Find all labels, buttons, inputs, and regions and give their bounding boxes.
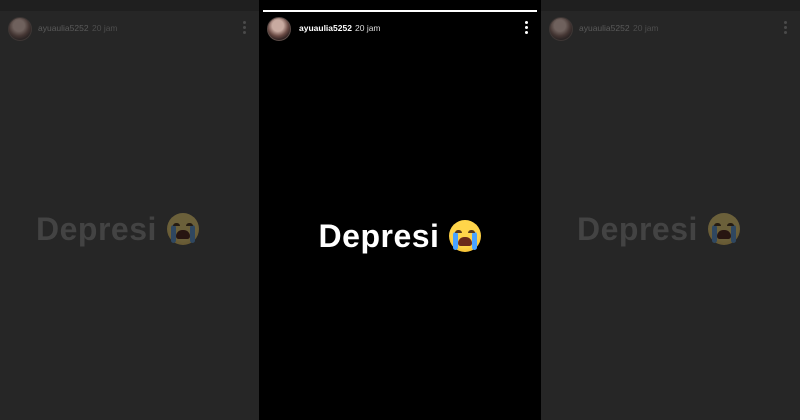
avatar[interactable] xyxy=(267,17,291,41)
avatar xyxy=(549,17,573,41)
username[interactable]: ayuaulia5252 xyxy=(299,23,352,33)
story-progress-fill xyxy=(263,10,537,12)
story-progress-bar xyxy=(263,10,537,12)
more-options-icon xyxy=(784,21,788,35)
timestamp: 20 jam xyxy=(92,23,118,33)
avatar xyxy=(8,17,32,41)
more-options-icon xyxy=(243,21,247,35)
username: ayuaulia5252 xyxy=(38,23,89,33)
next-story-preview[interactable]: ayuaulia5252 20 jam Depresi xyxy=(541,0,800,420)
story-caption: Depresi xyxy=(36,211,199,248)
crying-face-emoji xyxy=(166,212,199,245)
story-header: ayuaulia5252 20 jam xyxy=(549,17,792,41)
more-options-icon[interactable] xyxy=(525,21,529,35)
top-strip xyxy=(0,0,259,11)
story-caption-text: Depresi xyxy=(318,218,440,254)
timestamp: 20 jam xyxy=(633,23,659,33)
crying-face-emoji xyxy=(449,219,482,252)
story-header: ayuaulia5252 20 jam xyxy=(267,17,533,41)
story-caption: Depresi xyxy=(259,218,541,255)
active-story[interactable]: ayuaulia5252 20 jam Depresi xyxy=(259,0,541,420)
story-header: ayuaulia5252 20 jam xyxy=(8,17,251,41)
previous-story-preview[interactable]: ayuaulia5252 20 jam Depresi xyxy=(0,0,259,420)
story-caption: Depresi xyxy=(577,211,740,248)
story-caption-text: Depresi xyxy=(36,211,157,247)
story-caption-text: Depresi xyxy=(577,211,698,247)
crying-face-emoji xyxy=(707,212,740,245)
username: ayuaulia5252 xyxy=(579,23,630,33)
top-strip xyxy=(541,0,800,11)
timestamp: 20 jam xyxy=(355,23,381,33)
